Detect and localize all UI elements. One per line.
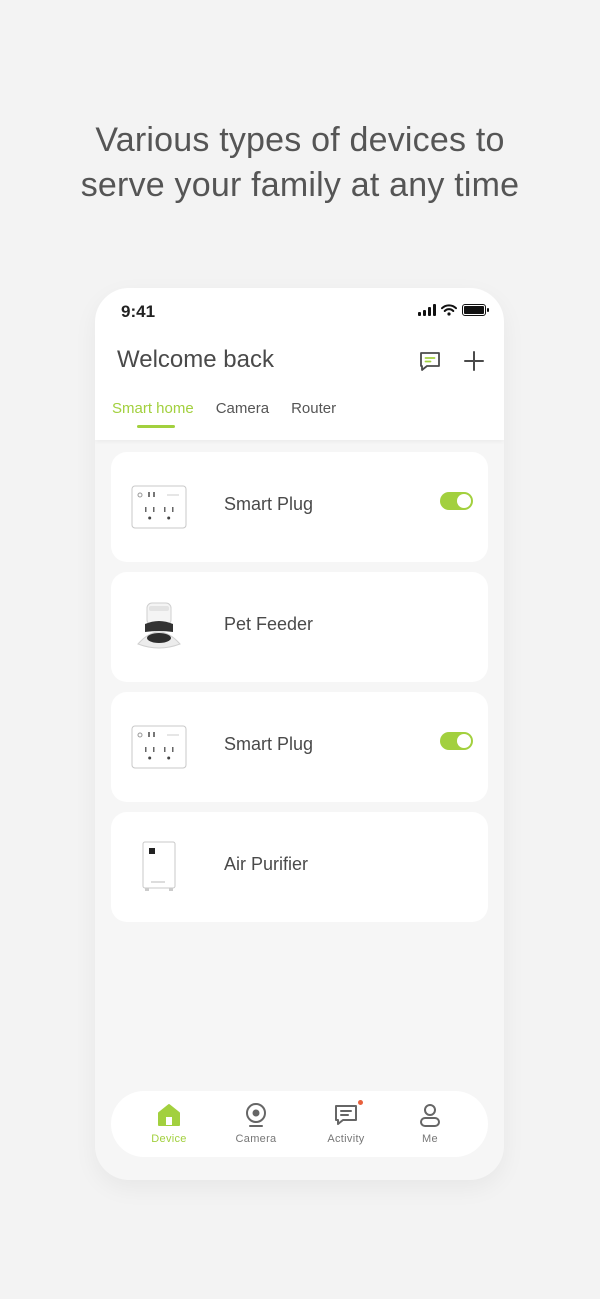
device-name: Smart Plug: [224, 734, 314, 754]
headline-line-1: Various types of devices to: [95, 121, 505, 159]
user-icon: [416, 1101, 444, 1129]
tab-camera[interactable]: Camera: [216, 400, 269, 417]
toggle-knob: [457, 494, 471, 508]
notification-badge: [358, 1100, 363, 1105]
status-icons: [418, 304, 489, 316]
power-toggle[interactable]: [440, 732, 473, 750]
device-card-smart-plug[interactable]: Smart Plug: [111, 692, 488, 802]
device-card-air-purifier[interactable]: Air Purifier: [111, 812, 488, 922]
page-title: Welcome back: [117, 346, 274, 373]
bottom-navigation: Device Camera Activity Me: [111, 1091, 488, 1157]
plus-icon: [464, 351, 484, 371]
nav-label: Activity: [327, 1133, 365, 1145]
phone-mockup: 9:41 Welcome back Smart home Camera Rout…: [95, 288, 504, 1180]
device-card-pet-feeder[interactable]: Pet Feeder: [111, 572, 488, 682]
message-icon: [420, 352, 440, 371]
app-header: 9:41 Welcome back Smart home Camera Rout…: [95, 288, 504, 440]
nav-label: Device: [151, 1133, 187, 1145]
tab-smart-home[interactable]: Smart home: [112, 400, 194, 428]
pet-feeder-image: [129, 597, 189, 657]
device-name: Pet Feeder: [224, 614, 314, 634]
home-icon: [155, 1101, 183, 1129]
nav-me[interactable]: Me: [400, 1101, 460, 1151]
cellular-signal-icon: [418, 304, 436, 316]
device-name: Smart Plug: [224, 494, 314, 514]
air-purifier-image: [129, 837, 189, 897]
toggle-knob: [457, 734, 471, 748]
nav-device[interactable]: Device: [139, 1101, 199, 1151]
add-device-button[interactable]: [461, 348, 487, 374]
message-button[interactable]: [417, 348, 443, 374]
category-tabs: Smart home Camera Router: [112, 400, 336, 428]
status-time: 9:41: [121, 302, 156, 321]
nav-camera[interactable]: Camera: [226, 1101, 286, 1151]
nav-label: Me: [422, 1133, 438, 1145]
wifi-icon: [441, 304, 457, 316]
activity-icon: [332, 1100, 363, 1129]
device-card-smart-plug[interactable]: Smart Plug: [111, 452, 488, 562]
nav-label: Camera: [235, 1133, 277, 1145]
battery-icon: [462, 304, 489, 316]
nav-activity[interactable]: Activity: [316, 1100, 376, 1151]
camera-icon: [242, 1101, 270, 1129]
headline-line-2: serve your family at any time: [80, 166, 520, 204]
promo-headline: Various types of devices to serve your f…: [0, 118, 600, 208]
smart-plug-image: [129, 717, 189, 777]
power-toggle[interactable]: [440, 492, 473, 510]
device-name: Air Purifier: [224, 854, 309, 874]
smart-plug-image: [129, 477, 189, 537]
tab-router[interactable]: Router: [291, 400, 336, 417]
